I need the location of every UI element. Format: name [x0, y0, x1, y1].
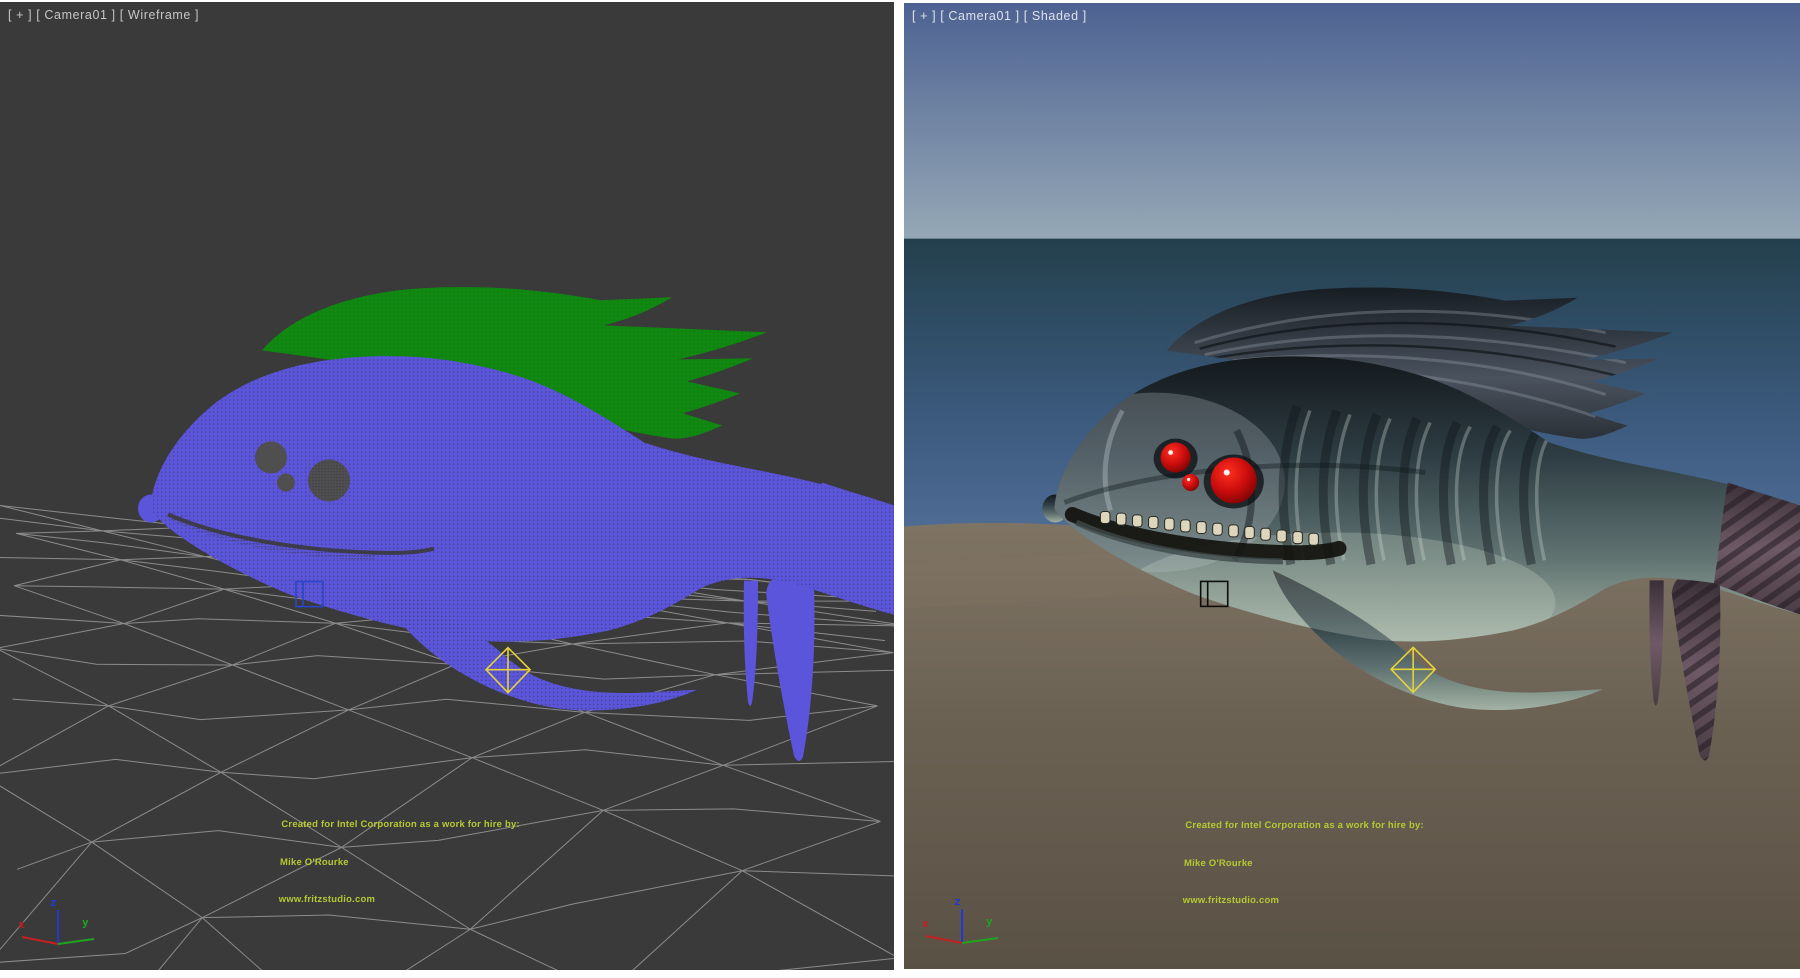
viewport-label-shaded[interactable]: [ + ] [ Camera01 ] [ Shaded ]	[912, 9, 1087, 23]
axis-z-label: z	[50, 896, 57, 909]
viewport-label-wireframe[interactable]: [ + ] [ Camera01 ] [ Wireframe ]	[8, 8, 199, 22]
max-viewport-split-screen: { "viewports": { "left": { "label": "[ +…	[0, 0, 1800, 978]
axis-tripod-lines	[914, 899, 1014, 951]
watermark-line-3: www.fritzstudio.com	[1182, 895, 1421, 908]
watermark-line-1: Created for Intel Corporation as a work …	[281, 819, 520, 832]
watermark-line-2: Mike O'Rourke	[280, 857, 519, 870]
axis-tripod-lines	[10, 900, 110, 952]
axis-y-label: y	[986, 915, 993, 928]
watermark-line-3: www.fritzstudio.com	[278, 894, 517, 907]
watermark-text: Created for Intel Corporation as a work …	[278, 794, 521, 932]
axis-y-label: y	[82, 916, 89, 929]
world-axis-tripod: x y z	[914, 899, 1014, 951]
axis-z-label: z	[954, 895, 961, 908]
axis-x-label: x	[18, 918, 25, 931]
viewport-wireframe[interactable]: [ + ] [ Camera01 ] [ Wireframe ] Created…	[0, 2, 894, 970]
axis-x-label: x	[922, 917, 929, 930]
watermark-line-1: Created for Intel Corporation as a work …	[1185, 820, 1424, 833]
watermark-text: Created for Intel Corporation as a work …	[1182, 795, 1425, 933]
world-axis-tripod: x y z	[10, 900, 110, 952]
watermark-line-2: Mike O'Rourke	[1184, 858, 1423, 871]
viewport-shaded[interactable]: [ + ] [ Camera01 ] [ Shaded ] Created fo…	[904, 3, 1800, 969]
